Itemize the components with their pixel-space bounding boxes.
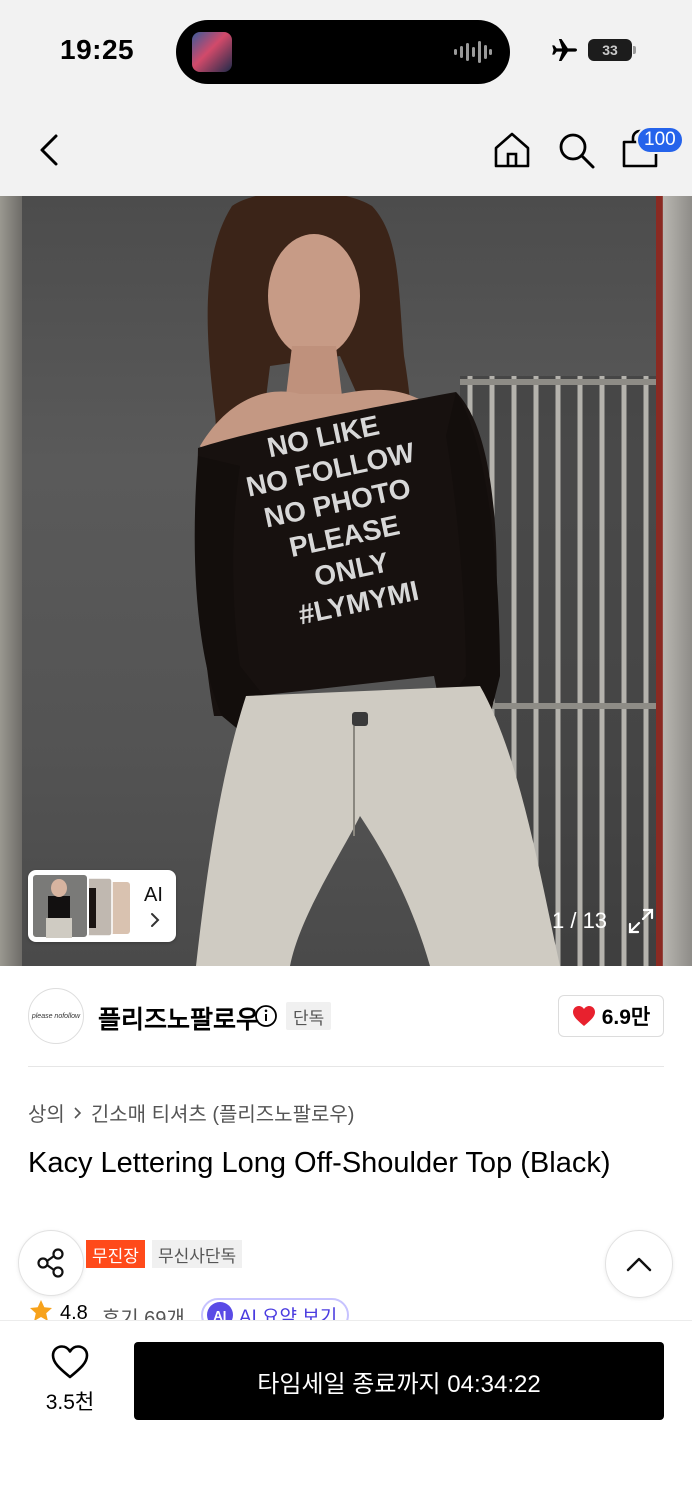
brand-name[interactable]: 플리즈노팔로우: [98, 1000, 259, 1036]
breadcrumb-item[interactable]: 상의: [28, 1098, 65, 1127]
divider: [28, 1066, 664, 1067]
share-button[interactable]: [18, 1230, 84, 1296]
exclusive-badge: 단독: [286, 1002, 332, 1030]
status-time: 19:25: [60, 34, 135, 65]
status-bar: 19:25 33: [0, 0, 692, 100]
expand-icon[interactable]: [626, 906, 656, 936]
share-icon: [37, 1248, 64, 1278]
ai-styling-card[interactable]: AI: [28, 870, 176, 942]
ai-label: AI: [144, 884, 163, 906]
airplane-icon: [552, 39, 577, 61]
heart-filled-icon: [572, 1006, 595, 1026]
info-icon[interactable]: [254, 1004, 278, 1028]
wishlist-count: 3.5천: [45, 1391, 95, 1414]
status-icons: 33: [550, 38, 636, 62]
breadcrumb: 상의 긴소매 티셔츠 (플리즈노팔로우): [28, 1098, 354, 1127]
audio-wave-icon: [454, 41, 492, 63]
product-tag-mujinjang: 무진장: [86, 1240, 145, 1268]
product-image-carousel[interactable]: NO LIKE NO FOLLOW NO PHOTO PLEASE ONLY #…: [0, 196, 692, 966]
buy-button[interactable]: 타임세일 종료까지 04:34:22: [134, 1342, 664, 1420]
top-navigation: [0, 100, 692, 196]
breadcrumb-item[interactable]: 긴소매 티셔츠 (플리즈노팔로우): [91, 1098, 355, 1127]
brand-like-count: 6.9만: [601, 1006, 651, 1029]
product-title: Kacy Lettering Long Off-Shoulder Top (Bl…: [28, 1147, 611, 1179]
heart-outline-icon[interactable]: [50, 1344, 90, 1380]
chevron-right-icon: [74, 1106, 81, 1119]
battery-icon: 33: [588, 39, 636, 61]
chevron-up-icon: [626, 1257, 652, 1272]
now-playing-thumbnail: [192, 32, 232, 72]
back-icon[interactable]: [30, 128, 70, 172]
brand-like-button[interactable]: 6.9만: [558, 995, 664, 1037]
search-icon[interactable]: [554, 128, 598, 172]
brand-logo[interactable]: please nofollow: [28, 988, 84, 1044]
image-counter: 1 / 13: [552, 908, 608, 933]
dynamic-island[interactable]: [176, 20, 510, 84]
brand-logo-text: please nofollow: [31, 1012, 81, 1020]
cart-count-badge[interactable]: 100: [636, 126, 684, 154]
home-icon[interactable]: [490, 128, 534, 172]
ai-styling-thumbnails: [32, 874, 130, 938]
product-tag-exclusive: 무신사단독: [152, 1240, 243, 1268]
chevron-right-icon: [151, 913, 160, 927]
scroll-top-button[interactable]: [605, 1230, 673, 1298]
